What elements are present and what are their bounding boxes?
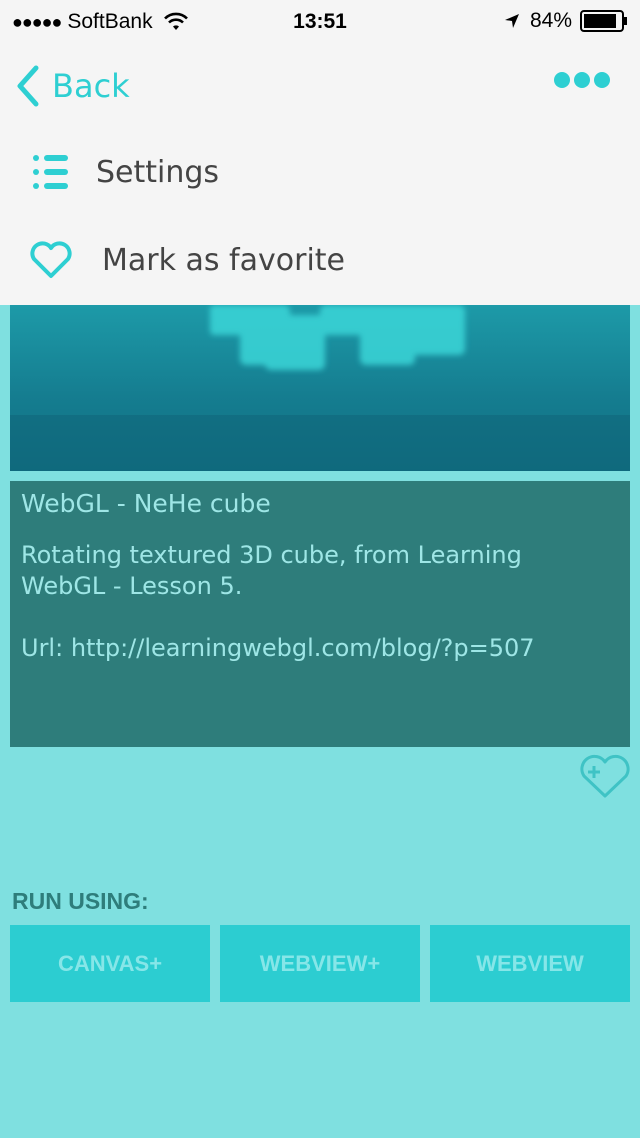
menu-item-settings[interactable]: Settings <box>0 137 640 207</box>
more-dot-icon <box>574 72 590 88</box>
heart-icon <box>26 240 76 280</box>
status-right: 84% <box>504 9 628 33</box>
run-webview-plus-button[interactable]: WEBVIEW+ <box>220 925 420 1002</box>
more-dot-icon <box>594 72 610 88</box>
menu-item-favorite[interactable]: Mark as favorite <box>0 225 640 295</box>
back-button[interactable]: Back <box>14 64 130 108</box>
run-webview-button[interactable]: WEBVIEW <box>430 925 630 1002</box>
more-dot-icon <box>554 72 570 88</box>
menu-item-label: Mark as favorite <box>102 242 346 278</box>
heart-plus-icon <box>580 754 630 798</box>
preview-image <box>10 305 630 471</box>
description-card: WebGL - NeHe cube Rotating textured 3D c… <box>10 481 630 747</box>
nav-menu: Back Settings Mark as favorite <box>0 42 640 305</box>
run-canvas-plus-button[interactable]: CANVAS+ <box>10 925 210 1002</box>
back-label: Back <box>52 67 130 105</box>
add-favorite-button[interactable] <box>578 754 632 800</box>
menu-item-label: Settings <box>96 154 220 190</box>
webgl-logo-graphic <box>10 305 630 471</box>
run-using-label: RUN USING: <box>12 888 149 914</box>
chevron-left-icon <box>17 65 39 107</box>
demo-description: Rotating textured 3D cube, from Learning… <box>21 541 535 662</box>
location-arrow-icon <box>504 14 519 28</box>
demo-title: WebGL - NeHe cube <box>21 489 271 518</box>
battery-icon <box>580 10 627 32</box>
more-button[interactable] <box>554 72 610 88</box>
list-icon <box>26 152 76 192</box>
status-bar: ●●●●● SoftBank 13:51 84% <box>0 0 640 42</box>
battery-percent: 84% <box>529 9 572 32</box>
